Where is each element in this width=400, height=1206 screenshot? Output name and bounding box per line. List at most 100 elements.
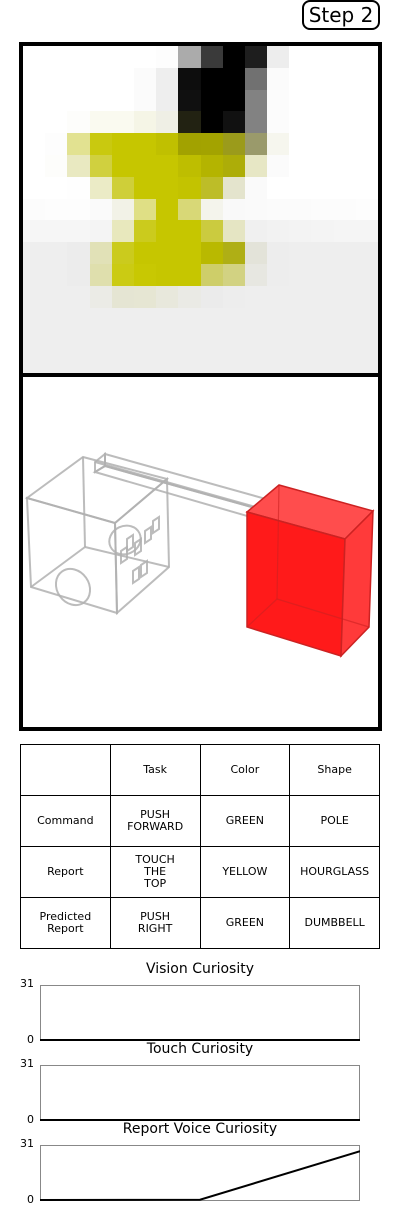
vision-pixel bbox=[23, 285, 46, 308]
vision-pixel bbox=[289, 329, 312, 352]
vision-pixel bbox=[89, 351, 112, 373]
vision-pixel bbox=[267, 351, 290, 373]
touch-curiosity-chart: Touch Curiosity 31 0 bbox=[0, 1041, 400, 1126]
cube-top-face bbox=[24, 455, 170, 525]
vision-pixel bbox=[156, 111, 179, 134]
header-cell-color: Color bbox=[199, 744, 291, 796]
vision-pixel bbox=[311, 46, 334, 68]
vision-pixel bbox=[45, 220, 68, 243]
vision-pixel bbox=[178, 351, 201, 373]
vision-pixel bbox=[333, 176, 356, 199]
vision-pixel bbox=[111, 176, 134, 199]
vision-pixel bbox=[45, 329, 68, 352]
wireframe-robot bbox=[24, 451, 276, 616]
vision-pixel bbox=[267, 154, 290, 177]
step-label: Step 2 bbox=[302, 0, 380, 30]
vision-pixel bbox=[200, 46, 223, 68]
vision-pixel bbox=[222, 111, 245, 134]
vision-pixel bbox=[244, 133, 268, 155]
vision-pixel bbox=[45, 111, 68, 134]
vision-pixel bbox=[45, 307, 68, 330]
vision-pixel bbox=[267, 89, 290, 112]
vision-pixel bbox=[133, 176, 157, 199]
vision-pixel-grid bbox=[23, 46, 378, 373]
vision-pixel bbox=[178, 89, 201, 112]
vision-pixel bbox=[23, 133, 46, 155]
vision-pixel bbox=[45, 285, 68, 308]
vision-pixel bbox=[23, 307, 46, 330]
vision-curiosity-chart: Vision Curiosity 31 0 bbox=[0, 961, 400, 1046]
vision-pixel bbox=[222, 154, 245, 177]
vision-pixel bbox=[333, 285, 356, 308]
header-cell-empty bbox=[20, 744, 111, 796]
vision-pixel bbox=[244, 111, 268, 134]
red-target-block bbox=[245, 484, 375, 658]
vision-pixel bbox=[333, 89, 356, 112]
curiosity-line bbox=[40, 1150, 360, 1201]
color-cell: GREEN bbox=[199, 795, 291, 847]
vision-pixel bbox=[178, 133, 201, 155]
vision-pixel bbox=[111, 111, 134, 134]
vision-pixel bbox=[355, 154, 378, 177]
vision-pixel bbox=[289, 263, 312, 286]
vision-pixel bbox=[311, 285, 334, 308]
vision-pixel bbox=[311, 263, 334, 286]
shape-cell: DUMBBELL bbox=[289, 897, 380, 949]
vision-pixel bbox=[111, 154, 134, 177]
vision-pixel bbox=[222, 46, 245, 68]
vision-pixel bbox=[156, 133, 179, 155]
vision-pixel bbox=[45, 46, 68, 68]
vision-pixel bbox=[111, 46, 134, 68]
vision-pixel bbox=[111, 89, 134, 112]
task-cell: PUSH FORWARD bbox=[109, 795, 201, 847]
report-voice-curiosity-plot bbox=[40, 1145, 360, 1201]
vision-pixel bbox=[289, 285, 312, 308]
vision-pixel bbox=[244, 46, 268, 68]
vision-pixel bbox=[133, 154, 157, 177]
vision-pixel bbox=[267, 329, 290, 352]
vision-pixel bbox=[45, 154, 68, 177]
vision-pixel bbox=[89, 154, 112, 177]
vision-pixel bbox=[222, 285, 245, 308]
vision-pixel bbox=[67, 111, 90, 134]
vision-pixel bbox=[289, 154, 312, 177]
row-label: Predicted Report bbox=[20, 897, 111, 949]
vision-pixel bbox=[333, 351, 356, 373]
vision-pixel bbox=[111, 67, 134, 90]
chart-title: Touch Curiosity bbox=[146, 1041, 254, 1057]
vision-pixel bbox=[333, 263, 356, 286]
vision-pixel bbox=[67, 351, 90, 373]
vision-pixel bbox=[333, 220, 356, 243]
report-table: Task Color Shape Command PUSH FORWARD GR… bbox=[20, 744, 380, 949]
vision-pixel bbox=[222, 89, 245, 112]
vision-pixel bbox=[67, 67, 90, 90]
vision-pixel bbox=[45, 263, 68, 286]
wireframe-arm bbox=[92, 451, 276, 522]
vision-pixel bbox=[267, 133, 290, 155]
vision-pixel bbox=[222, 242, 245, 264]
vision-pixel bbox=[45, 133, 68, 155]
task-cell: TOUCH THE TOP bbox=[109, 846, 201, 898]
vision-pixel bbox=[133, 285, 157, 308]
vision-pixel bbox=[200, 242, 223, 264]
vision-pixel bbox=[178, 198, 201, 221]
color-cell: YELLOW bbox=[199, 846, 291, 898]
vision-pixel bbox=[200, 263, 223, 286]
vision-pixel bbox=[156, 154, 179, 177]
vision-pixel bbox=[45, 351, 68, 373]
vision-pixel bbox=[289, 242, 312, 264]
vision-pixel bbox=[200, 154, 223, 177]
vision-pixel bbox=[178, 329, 201, 352]
plot-frame bbox=[40, 1065, 360, 1121]
vision-pixel bbox=[45, 67, 68, 90]
vision-pixel bbox=[23, 154, 46, 177]
vision-pixel bbox=[23, 89, 46, 112]
vision-pixel bbox=[200, 329, 223, 352]
vision-pixel bbox=[289, 351, 312, 373]
vision-pixel bbox=[311, 154, 334, 177]
vision-pixel bbox=[222, 329, 245, 352]
vision-pixel bbox=[133, 351, 157, 373]
vision-pixel bbox=[200, 285, 223, 308]
vision-pixel bbox=[45, 176, 68, 199]
plot-frame bbox=[40, 1145, 360, 1201]
